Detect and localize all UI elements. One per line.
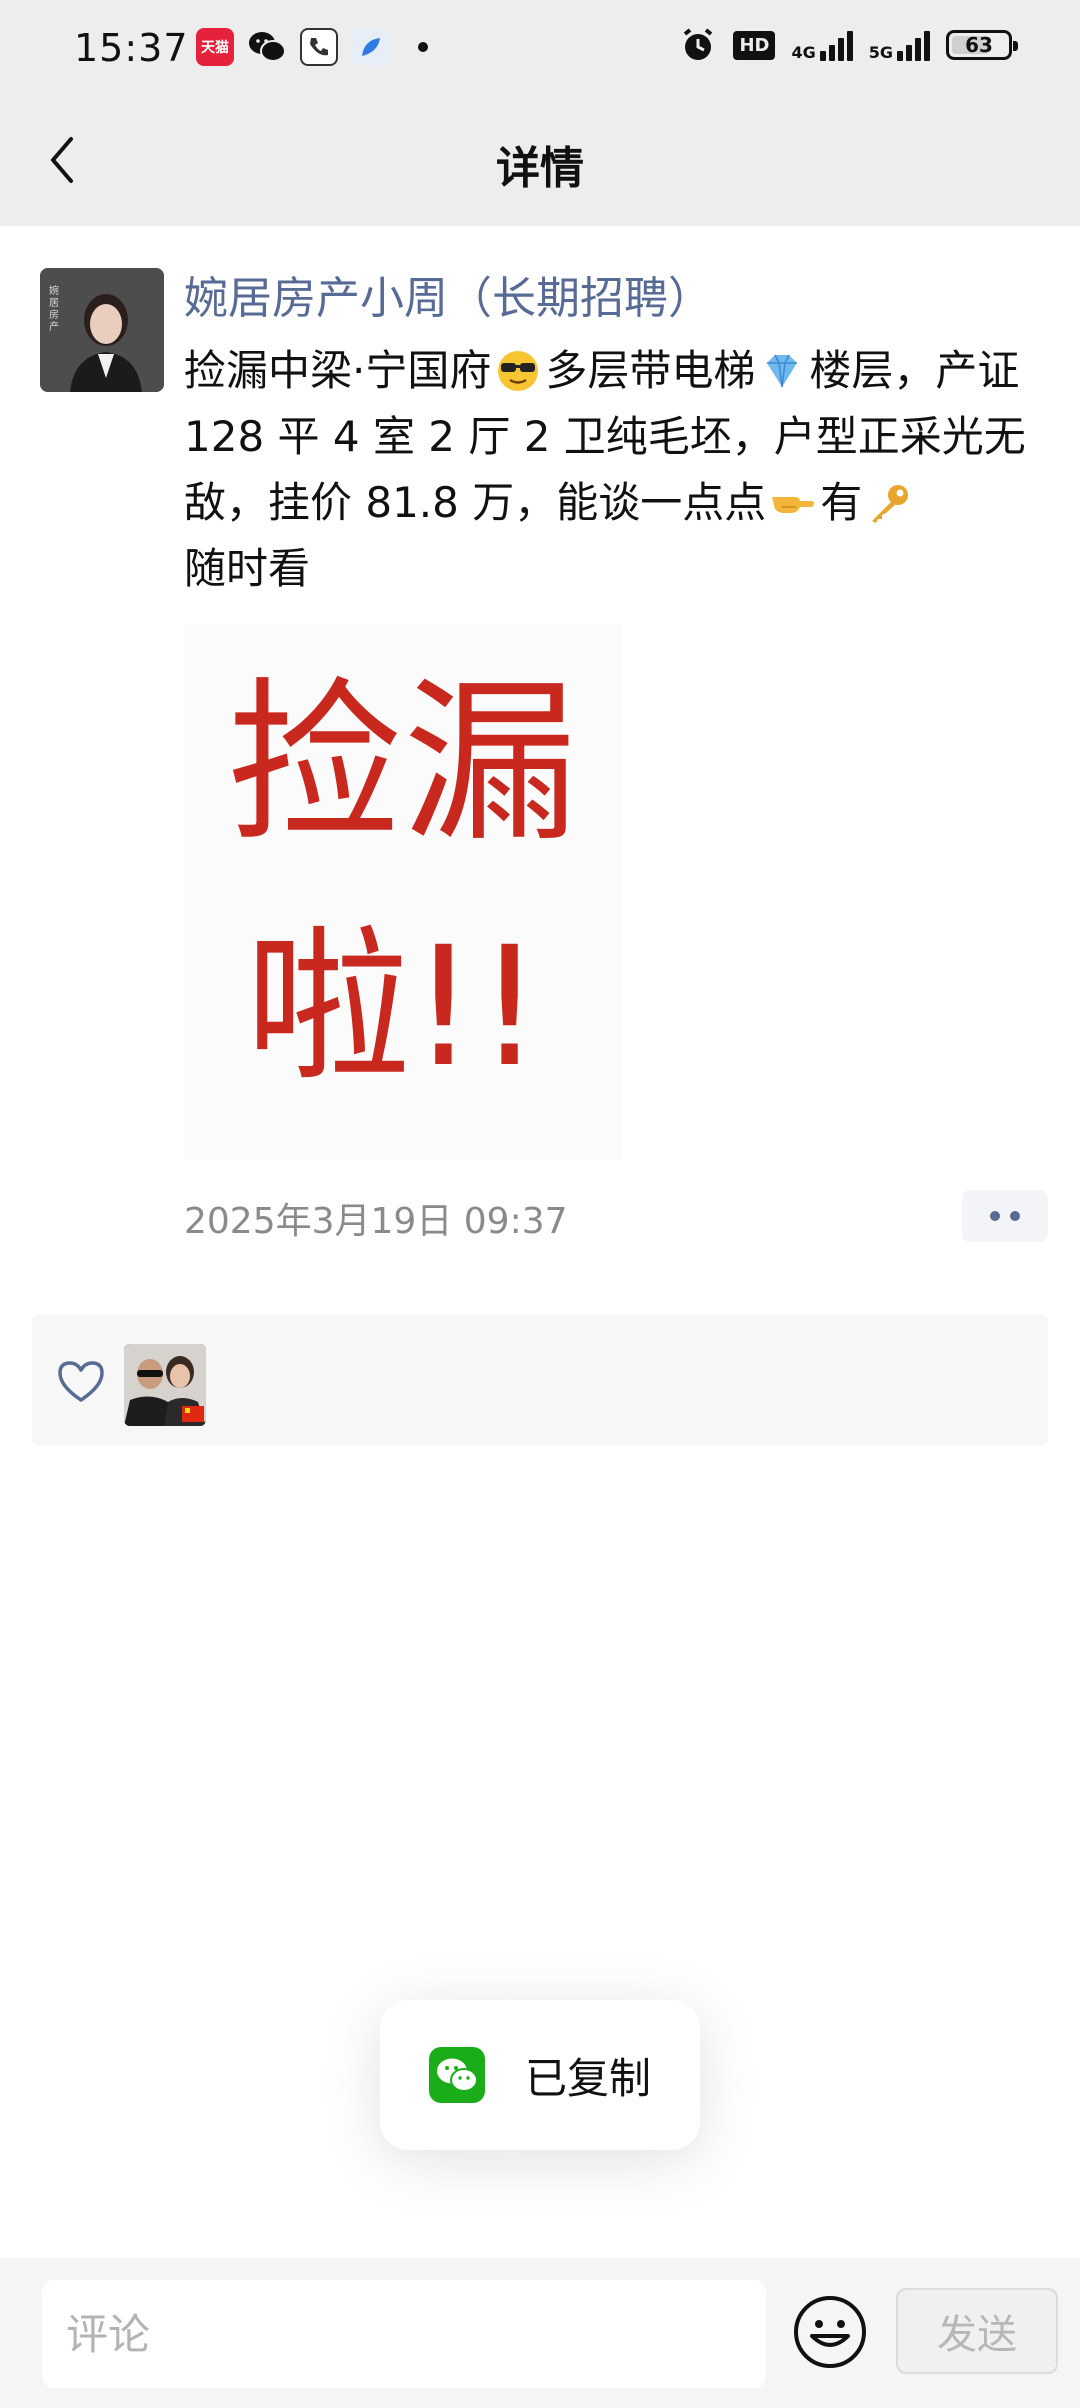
hd-indicator: HD — [733, 30, 776, 60]
notification-icons: 天猫 — [196, 28, 428, 66]
alarm-icon — [684, 28, 713, 60]
hotline-app-icon — [300, 28, 338, 66]
sunglasses-emoji-icon — [498, 351, 539, 391]
more-actions-button[interactable] — [962, 1190, 1048, 1242]
signal-5g: 5G — [869, 29, 930, 61]
key-emoji-icon — [872, 485, 909, 523]
feather-app-icon — [352, 28, 390, 66]
post-text: 捡漏中梁·宁国府 多层带电梯 楼层，产证 128 平 4 室 2 厅 2 卫纯毛坯，… — [184, 338, 1056, 602]
likes-panel — [32, 1314, 1048, 1446]
nav-bar: 详情 — [0, 96, 1080, 226]
more-notifications-dot — [418, 42, 428, 52]
net-5g-label: 5G — [868, 43, 893, 62]
signal-bars-icon — [819, 29, 853, 61]
status-bar: 15:37 天猫 HD 4G 5G 63 — [0, 0, 1080, 96]
author-name[interactable]: 婉居房产小周（长期招聘） — [184, 268, 712, 330]
send-button[interactable]: 发送 — [896, 2288, 1058, 2374]
post-text-part: 捡漏中梁·宁国府 — [184, 346, 492, 395]
net-4g-label: 4G — [791, 43, 816, 62]
gem-emoji-icon — [767, 354, 798, 388]
wechat-icon — [248, 28, 286, 66]
tmall-icon: 天猫 — [196, 28, 234, 66]
post-text-part: 有 — [820, 478, 863, 527]
comment-input[interactable] — [42, 2280, 766, 2388]
page-title: 详情 — [496, 143, 584, 194]
avatar-caption: 婉居房产 — [49, 286, 59, 333]
post-text-part: 多层带电梯 — [545, 346, 756, 395]
battery-level: 63 — [965, 33, 993, 57]
system-indicators: HD 4G 5G 63 — [679, 26, 1018, 64]
author-avatar[interactable]: 婉居房产 — [40, 268, 164, 392]
liker-avatar[interactable] — [124, 1344, 206, 1426]
battery-icon: 63 — [946, 30, 1018, 60]
heart-icon — [58, 1361, 104, 1402]
wechat-icon — [428, 2047, 485, 2103]
toast-message: 已复制 — [524, 2053, 651, 2103]
signal-bars-icon — [897, 29, 930, 61]
post-text-part: 随时看 — [184, 544, 311, 593]
signal-4g: 4G — [791, 29, 853, 62]
image-caption-line2: 啦!! — [245, 911, 542, 1103]
emoji-button-icon[interactable] — [792, 2294, 868, 2370]
post-timestamp: 2025年3月19日 09:37 — [184, 1201, 568, 1242]
status-time: 15:37 — [74, 26, 189, 70]
tmall-label: 天猫 — [201, 40, 229, 56]
comment-bar: 发送 — [0, 2258, 1080, 2408]
post-image[interactable]: 捡漏 啦!! — [184, 624, 622, 1160]
pointing-hand-emoji-icon — [772, 497, 815, 513]
image-caption-line1: 捡漏 — [228, 663, 578, 866]
copied-toast: 已复制 — [380, 2000, 700, 2150]
